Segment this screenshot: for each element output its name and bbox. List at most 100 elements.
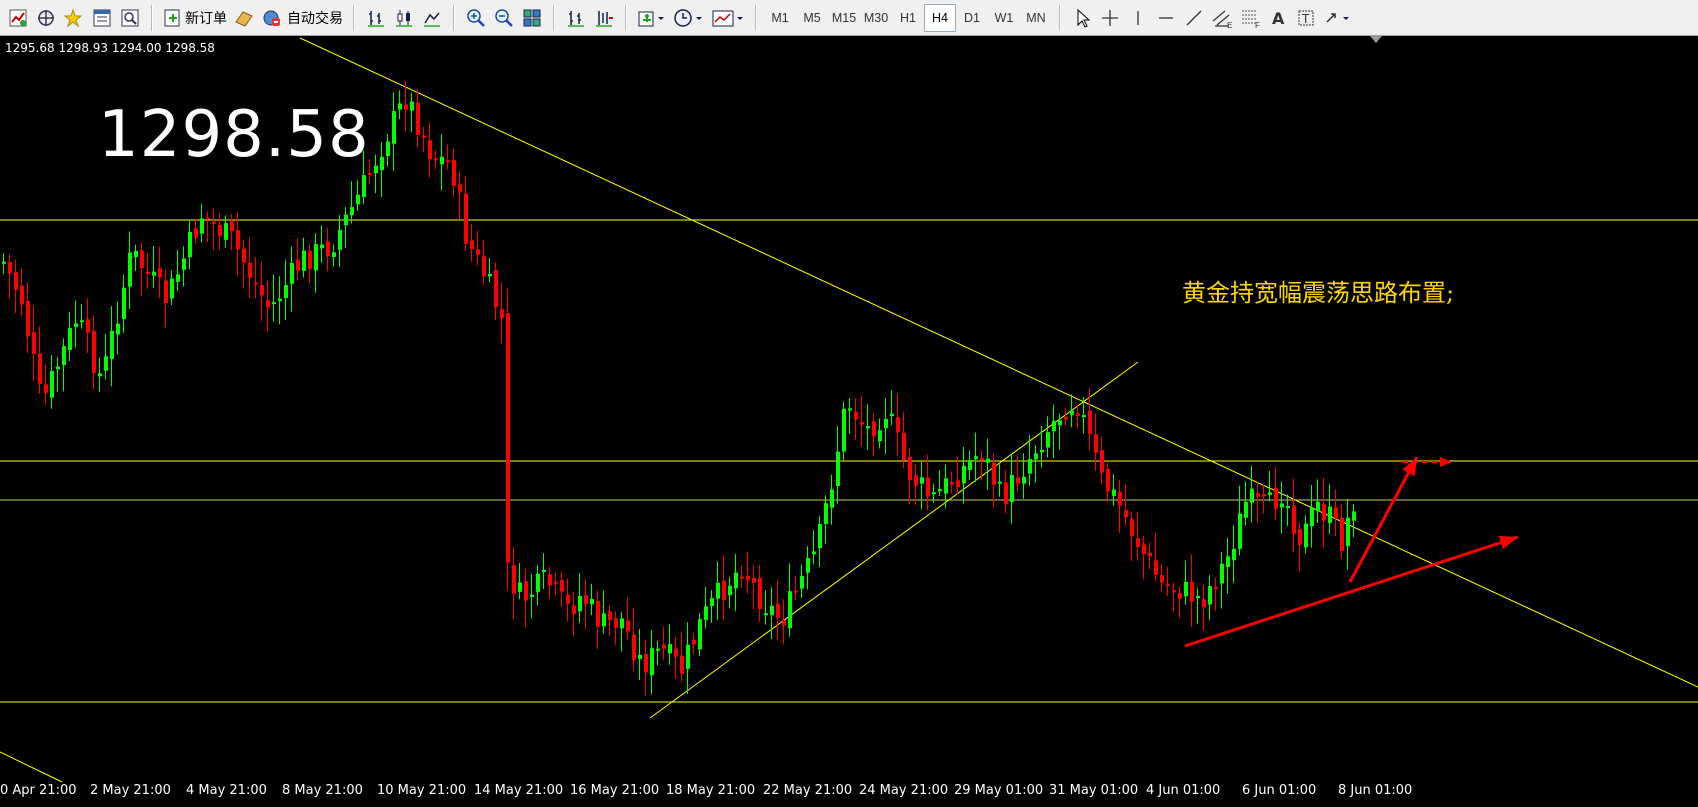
bullish-candle xyxy=(122,287,126,319)
text-icon[interactable]: A xyxy=(1264,4,1292,32)
timeframe-m15[interactable]: M15 xyxy=(828,4,860,32)
bearish-candle xyxy=(644,654,648,673)
bullish-candle xyxy=(974,456,978,460)
bearish-candle xyxy=(956,480,960,488)
svg-text:A: A xyxy=(1272,9,1285,28)
bullish-candle xyxy=(1082,415,1086,418)
bullish-candle xyxy=(716,582,720,599)
bullish-candle xyxy=(1046,432,1050,448)
scroll-chart-icon[interactable] xyxy=(562,4,590,32)
bullish-candle xyxy=(344,214,348,226)
bearish-candle xyxy=(158,268,162,278)
trendline-icon[interactable] xyxy=(1180,4,1208,32)
bearish-candle xyxy=(548,574,552,586)
bearish-candle xyxy=(1298,529,1302,545)
text-label-icon[interactable]: T xyxy=(1292,4,1320,32)
tile-windows-icon[interactable] xyxy=(518,4,546,32)
line-chart-icon[interactable] xyxy=(418,4,446,32)
time-axis-label: 4 Jun 01:00 xyxy=(1146,783,1221,798)
bullish-candle xyxy=(1184,581,1188,597)
bullish-candle xyxy=(1250,488,1254,503)
bearish-candle xyxy=(1340,517,1344,551)
bullish-candle xyxy=(818,523,822,549)
bearish-candle xyxy=(626,620,630,632)
bullish-candle xyxy=(1112,489,1116,496)
time-axis-label: 8 May 21:00 xyxy=(282,783,363,798)
timeframe-d1[interactable]: D1 xyxy=(956,4,988,32)
time-axis-label: 14 May 21:00 xyxy=(474,783,564,798)
equidistant-channel-icon[interactable]: E xyxy=(1208,4,1236,32)
favorites-icon[interactable] xyxy=(60,4,88,32)
bearish-candle xyxy=(14,272,18,290)
bullish-candle xyxy=(518,582,522,592)
timeframe-m5[interactable]: M5 xyxy=(796,4,828,32)
auto-trade-button[interactable]: 自动交易 xyxy=(258,4,346,32)
bearish-candle xyxy=(1262,493,1266,497)
bullish-candle xyxy=(1052,420,1056,432)
fibonacci-icon[interactable]: F xyxy=(1236,4,1264,32)
bullish-candle xyxy=(1022,476,1026,484)
horizontal-line-icon[interactable] xyxy=(1152,4,1180,32)
new-chart-icon[interactable] xyxy=(4,4,32,32)
bullish-candle xyxy=(1316,501,1320,512)
bullish-candle xyxy=(332,252,336,257)
bullish-candle xyxy=(1010,474,1014,503)
chart-shift-icon[interactable] xyxy=(590,4,618,32)
bullish-candle xyxy=(314,244,318,271)
bearish-candle xyxy=(902,432,906,461)
periods-icon[interactable] xyxy=(670,4,708,32)
data-window-icon[interactable] xyxy=(116,4,144,32)
bullish-candle xyxy=(764,613,768,616)
bearish-candle xyxy=(992,463,996,485)
bearish-candle xyxy=(494,269,498,308)
templates-icon[interactable] xyxy=(708,4,748,32)
bearish-candle xyxy=(296,259,300,271)
time-axis-label: 2 May 21:00 xyxy=(90,783,171,798)
timeframe-h4[interactable]: H4 xyxy=(924,3,956,32)
timeframe-m1[interactable]: M1 xyxy=(764,4,796,32)
bullish-candle xyxy=(182,258,186,270)
crosshair-icon[interactable] xyxy=(1096,4,1124,32)
indicators-icon[interactable] xyxy=(634,4,670,32)
zoom-in-icon[interactable] xyxy=(462,4,490,32)
bearish-candle xyxy=(506,313,510,563)
bullish-candle xyxy=(410,101,414,111)
candlestick-icon[interactable] xyxy=(390,4,418,32)
bar-chart-icon[interactable] xyxy=(362,4,390,32)
cursor-icon[interactable] xyxy=(1068,4,1096,32)
timeframe-h1[interactable]: H1 xyxy=(892,4,924,32)
auto-trade-icon xyxy=(263,10,280,26)
bullish-candle xyxy=(1328,506,1332,524)
toolbar-separator xyxy=(1059,4,1061,31)
time-axis-label: 22 May 21:00 xyxy=(763,783,853,798)
bullish-candle xyxy=(1034,453,1038,460)
bullish-candle xyxy=(50,370,54,398)
zoom-out-icon[interactable] xyxy=(490,4,518,32)
bearish-candle xyxy=(212,221,216,224)
new-order-button[interactable]: 新订单 xyxy=(160,4,230,32)
timeframe-w1[interactable]: W1 xyxy=(988,4,1020,32)
bearish-candle xyxy=(218,225,222,237)
bearish-candle xyxy=(86,319,90,333)
bullish-candle xyxy=(650,648,654,676)
timeframe-m30[interactable]: M30 xyxy=(860,4,892,32)
bearish-candle xyxy=(1064,417,1068,420)
bearish-candle xyxy=(446,160,450,163)
toolbar-separator xyxy=(755,4,757,31)
bullish-candle xyxy=(656,648,660,651)
bearish-candle xyxy=(614,618,618,628)
expert-icon[interactable] xyxy=(230,4,258,32)
timeframe-mn[interactable]: MN xyxy=(1020,4,1052,32)
arrows-icon[interactable] xyxy=(1320,4,1356,32)
bullish-candle xyxy=(890,413,894,417)
time-axis-label: 29 May 01:00 xyxy=(954,783,1044,798)
bullish-candle xyxy=(1232,548,1236,561)
bullish-candle xyxy=(320,244,324,249)
bullish-candle xyxy=(68,328,72,351)
market-watch-icon[interactable] xyxy=(88,4,116,32)
time-axis-label: 18 May 21:00 xyxy=(666,783,756,798)
chart-shift-marker xyxy=(1370,36,1382,43)
navigator-icon[interactable] xyxy=(32,4,60,32)
bearish-candle xyxy=(476,249,480,255)
vertical-line-icon[interactable] xyxy=(1124,4,1152,32)
